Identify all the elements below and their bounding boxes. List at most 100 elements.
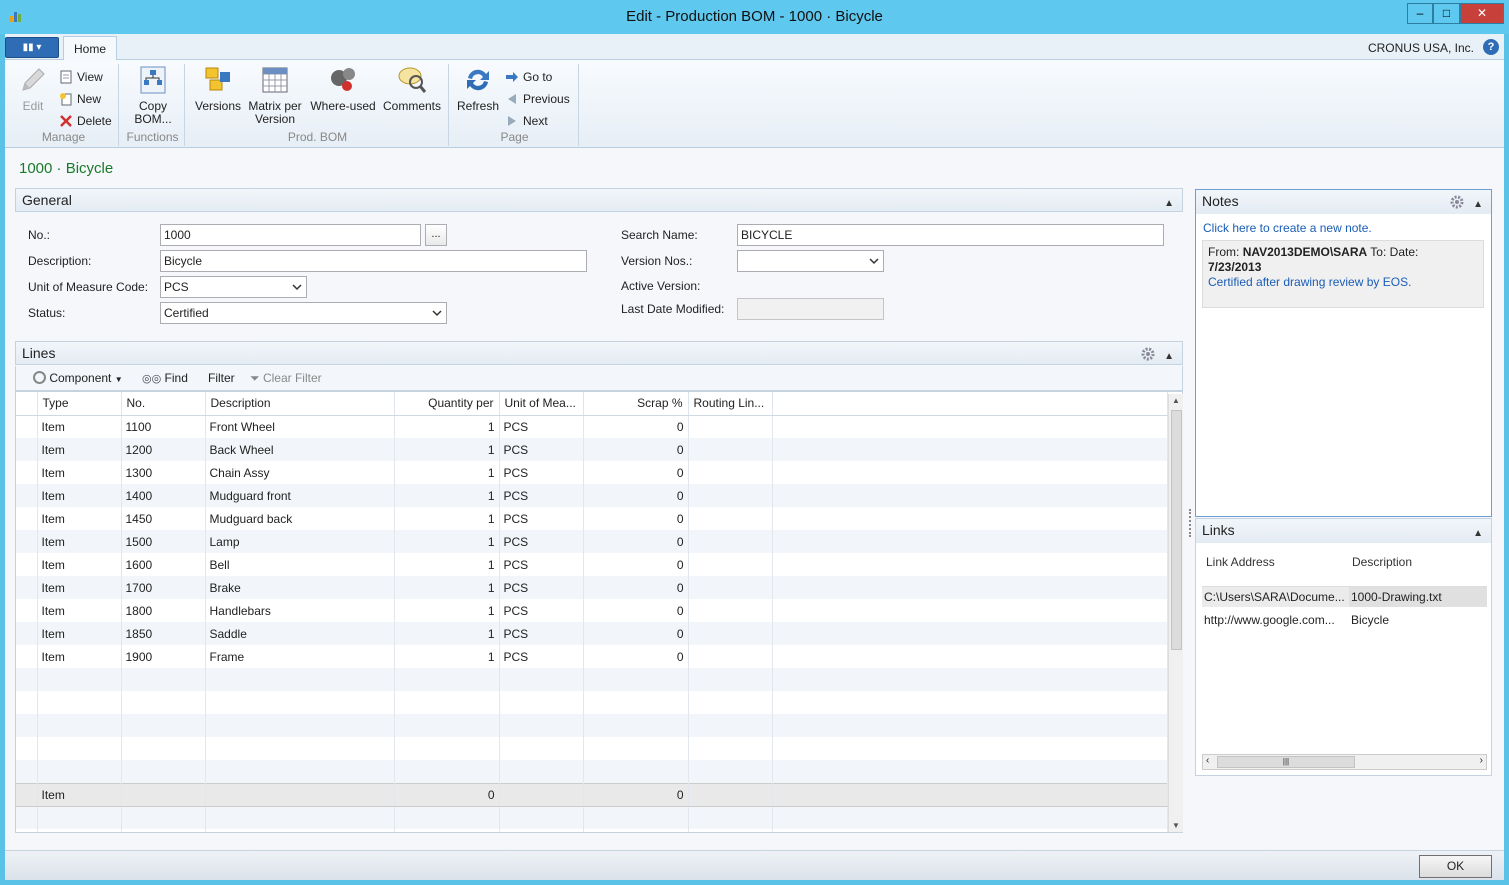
row-selector[interactable] [16,806,38,829]
link-row[interactable]: C:\Users\SARA\Docume... 1000-Drawing.txt [1202,587,1487,607]
table-cell[interactable] [205,760,395,783]
table-cell[interactable]: 1 [394,438,500,461]
empty-table-row[interactable] [16,760,1168,783]
table-cell[interactable] [37,806,122,829]
table-cell[interactable] [688,806,773,829]
link-address[interactable]: http://www.google.com... [1204,610,1335,630]
table-row[interactable]: Item 1450 Mudguard back 1 PCS 0 [16,507,1168,530]
table-cell[interactable]: 1100 [121,415,206,438]
table-cell[interactable] [583,829,689,832]
matrix-per-version-button[interactable]: Matrix per Version [245,64,305,126]
table-cell[interactable]: 1 [394,599,500,622]
component-menu-button[interactable]: Component ▼ [33,370,123,387]
link-row[interactable]: http://www.google.com... Bicycle [1202,610,1487,630]
description-field[interactable]: Bicycle [160,250,587,272]
table-cell[interactable] [583,714,689,737]
go-to-button[interactable]: Go to [505,68,552,86]
table-cell[interactable] [205,691,395,714]
row-selector[interactable] [16,484,38,507]
table-cell[interactable]: 1 [394,507,500,530]
table-cell[interactable]: Item [37,622,122,645]
table-cell[interactable] [121,737,206,760]
table-cell[interactable]: Item [37,599,122,622]
help-icon[interactable]: ? [1483,39,1499,55]
version-nos-select[interactable] [737,250,884,272]
table-cell[interactable]: Item [37,645,122,668]
uom-select[interactable]: PCS [160,276,307,298]
table-cell[interactable]: Item [37,782,122,807]
column-header[interactable]: Type [37,392,122,416]
table-cell[interactable] [394,806,500,829]
table-cell[interactable]: 1700 [121,576,206,599]
table-cell[interactable] [688,760,773,783]
table-cell[interactable]: Item [37,553,122,576]
links-header[interactable]: Links ▲ [1196,519,1491,543]
table-cell[interactable] [583,806,689,829]
table-cell[interactable] [37,691,122,714]
table-cell[interactable] [121,829,206,832]
row-selector[interactable] [16,576,38,599]
table-cell[interactable] [499,760,584,783]
create-note-link[interactable]: Click here to create a new note. [1203,221,1372,235]
table-cell[interactable]: Saddle [205,622,395,645]
copy-bom-button[interactable]: Copy BOM... [127,64,179,126]
table-cell[interactable]: Item [37,576,122,599]
table-row[interactable]: Item 1850 Saddle 1 PCS 0 [16,622,1168,645]
table-cell[interactable]: PCS [499,484,584,507]
lines-vertical-scrollbar[interactable]: ▲ ▼ [1168,394,1183,832]
row-selector[interactable] [16,461,38,484]
table-cell[interactable] [121,806,206,829]
gear-icon[interactable] [1140,346,1156,362]
notes-header[interactable]: Notes ▲ [1196,190,1491,214]
row-selector[interactable] [16,737,38,760]
column-header[interactable]: Quantity per [394,392,500,416]
table-cell[interactable]: 1 [394,576,500,599]
table-cell[interactable]: Front Wheel [205,415,395,438]
table-row[interactable]: Item 1700 Brake 1 PCS 0 [16,576,1168,599]
table-cell[interactable] [688,714,773,737]
general-fasttab-header[interactable]: General ▲ [15,188,1183,212]
table-cell[interactable] [688,553,773,576]
column-header[interactable]: Routing Lin... [688,392,773,416]
table-cell[interactable]: PCS [499,438,584,461]
table-cell[interactable] [688,461,773,484]
table-cell[interactable] [394,760,500,783]
table-cell[interactable] [688,530,773,553]
assist-button[interactable]: ... [425,224,447,246]
row-selector[interactable] [16,714,38,737]
row-selector[interactable] [16,599,38,622]
table-cell[interactable] [121,714,206,737]
empty-table-row[interactable] [16,737,1168,760]
table-cell[interactable] [37,737,122,760]
table-cell[interactable]: Mudguard front [205,484,395,507]
table-cell[interactable]: Mudguard back [205,507,395,530]
table-cell[interactable]: Brake [205,576,395,599]
table-cell[interactable] [205,668,395,691]
table-cell[interactable] [37,714,122,737]
empty-table-row[interactable] [16,668,1168,691]
table-cell[interactable]: 1 [394,461,500,484]
table-cell[interactable]: 1500 [121,530,206,553]
table-row[interactable]: Item 1500 Lamp 1 PCS 0 [16,530,1168,553]
delete-button[interactable]: Delete [59,112,112,130]
pane-splitter[interactable] [1189,509,1192,537]
table-cell[interactable] [583,668,689,691]
tab-home[interactable]: Home [63,36,117,61]
table-cell[interactable]: Item [37,507,122,530]
table-cell[interactable] [499,714,584,737]
row-selector[interactable] [16,829,38,832]
row-selector[interactable] [16,760,38,783]
next-button[interactable]: Next [505,112,548,130]
gear-icon[interactable] [1449,194,1465,210]
note-card[interactable]: From: NAV2013DEMO\SARA To: Date: 7/23/20… [1202,240,1484,308]
new-button[interactable]: New [59,90,101,108]
table-cell[interactable] [205,737,395,760]
empty-table-row[interactable] [16,806,1168,829]
table-cell[interactable]: 0 [583,507,689,530]
edit-button[interactable]: Edit [15,64,51,113]
scroll-up-icon[interactable]: ▲ [1172,396,1180,405]
table-cell[interactable]: 1200 [121,438,206,461]
table-cell[interactable]: PCS [499,553,584,576]
row-selector[interactable] [16,782,38,807]
row-selector[interactable] [16,622,38,645]
